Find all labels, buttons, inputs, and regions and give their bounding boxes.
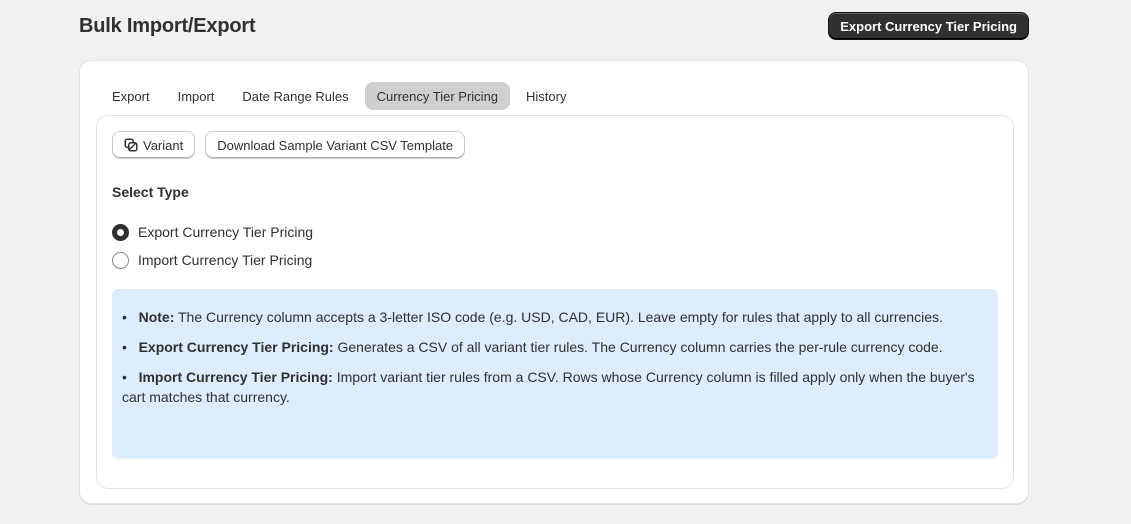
export-currency-tier-pricing-button[interactable]: Export Currency Tier Pricing xyxy=(828,12,1029,40)
main-card: Export Import Date Range Rules Currency … xyxy=(79,60,1029,504)
variant-icon xyxy=(124,138,138,152)
list-item: • Export Currency Tier Pricing: Generate… xyxy=(122,337,988,357)
bullet-icon: • xyxy=(122,369,127,385)
tab-bar: Export Import Date Range Rules Currency … xyxy=(100,82,578,110)
variant-button[interactable]: Variant xyxy=(112,131,196,159)
page-title: Bulk Import/Export xyxy=(79,14,256,37)
page-header: Bulk Import/Export Export Currency Tier … xyxy=(79,12,1029,40)
radio-label: Import Currency Tier Pricing xyxy=(138,252,313,268)
list-item: • Note: The Currency column accepts a 3-… xyxy=(122,307,988,327)
tab-currency-tier-pricing[interactable]: Currency Tier Pricing xyxy=(364,82,511,110)
select-type-heading: Select Type xyxy=(112,184,189,200)
radio-export-currency-tier-pricing[interactable]: Export Currency Tier Pricing xyxy=(112,223,313,241)
note-list: • Note: The Currency column accepts a 3-… xyxy=(122,307,988,407)
tab-export[interactable]: Export xyxy=(100,82,162,110)
variant-button-label: Variant xyxy=(143,137,184,153)
info-banner: • Note: The Currency column accepts a 3-… xyxy=(112,289,998,459)
radio-unchecked-icon[interactable] xyxy=(112,251,129,269)
radio-import-currency-tier-pricing[interactable]: Import Currency Tier Pricing xyxy=(112,251,313,269)
tab-import[interactable]: Import xyxy=(166,82,227,110)
note-heading: Import Currency Tier Pricing: xyxy=(138,369,333,385)
bullet-icon: • xyxy=(122,309,127,325)
radio-label: Export Currency Tier Pricing xyxy=(138,224,314,240)
toolbar: Variant Download Sample Variant CSV Temp… xyxy=(112,131,466,159)
download-sample-csv-button[interactable]: Download Sample Variant CSV Template xyxy=(205,131,466,159)
radio-checked-icon[interactable] xyxy=(112,223,129,241)
tab-date-range-rules[interactable]: Date Range Rules xyxy=(230,82,360,110)
bullet-icon: • xyxy=(122,339,127,355)
select-type-radio-group: Export Currency Tier Pricing Import Curr… xyxy=(112,223,313,269)
note-text: Generates a CSV of all variant tier rule… xyxy=(337,339,943,355)
note-heading: Export Currency Tier Pricing: xyxy=(138,339,334,355)
note-text: The Currency column accepts a 3-letter I… xyxy=(178,309,943,325)
note-heading: Note: xyxy=(138,309,175,325)
list-item: • Import Currency Tier Pricing: Import v… xyxy=(122,367,988,407)
tab-panel: Variant Download Sample Variant CSV Temp… xyxy=(96,115,1014,489)
tab-history[interactable]: History xyxy=(514,82,578,110)
